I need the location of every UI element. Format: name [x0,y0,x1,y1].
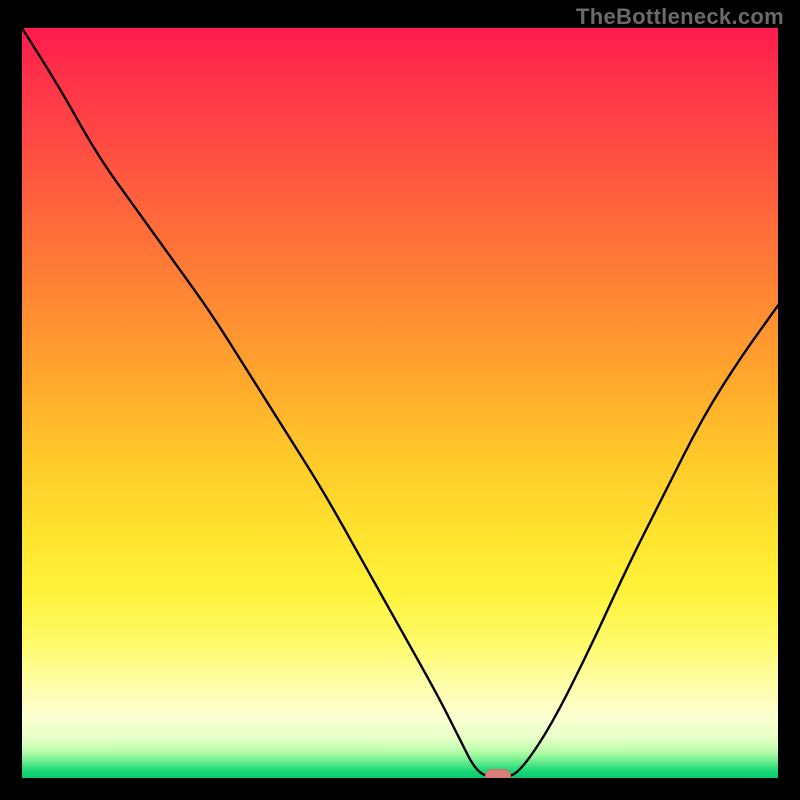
watermark-text: TheBottleneck.com [576,4,784,30]
chart-frame: TheBottleneck.com [0,0,800,800]
plot-area [22,28,778,778]
optimum-marker [485,769,511,779]
bottleneck-curve-svg [22,28,778,778]
bottleneck-curve [22,28,778,778]
